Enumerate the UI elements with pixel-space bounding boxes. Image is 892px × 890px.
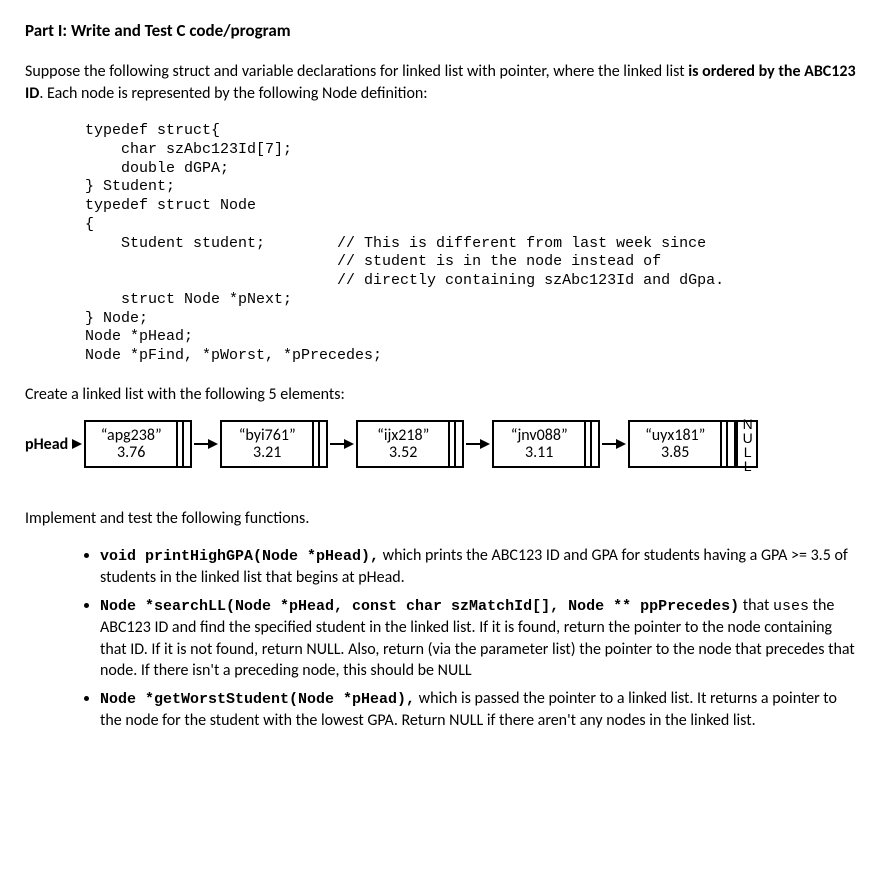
node-gpa: 3.76 [117, 444, 145, 462]
node-id: “byi761” [239, 427, 296, 445]
list-node: “apg238” 3.76 [84, 420, 192, 468]
arrow-icon [330, 439, 354, 449]
list-node: “ijx218” 3.52 [356, 420, 464, 468]
node-pointer [584, 422, 598, 466]
function-signature: void printHighGPA(Node *pHead), [100, 548, 379, 565]
page-title: Part I: Write and Test C code/program [25, 20, 867, 43]
node-id: “jnv088” [511, 427, 568, 445]
node-id: “ijx218” [377, 427, 429, 445]
null-terminator: NULL [736, 420, 758, 468]
list-item: Node *searchLL(Node *pHead, const char s… [100, 595, 867, 682]
code-block: typedef struct{ char szAbc123Id[7]; doub… [85, 122, 867, 366]
function-description-pre: that [739, 596, 773, 615]
node-gpa: 3.85 [661, 444, 689, 462]
list-item: Node *getWorstStudent(Node *pHead), whic… [100, 688, 867, 732]
node-pointer [312, 422, 326, 466]
list-node: “byi761” 3.21 [220, 420, 328, 468]
node-gpa: 3.21 [253, 444, 281, 462]
node-pointer [176, 422, 190, 466]
arrow-icon [466, 439, 490, 449]
list-node: “jnv088” 3.11 [492, 420, 600, 468]
create-list-text: Create a linked list with the following … [25, 384, 867, 406]
intro-text-1: Suppose the following struct and variabl… [25, 62, 688, 81]
arrow-icon [194, 439, 218, 449]
list-node: “uyx181” 3.85 [628, 420, 736, 468]
node-data: “ijx218” 3.52 [358, 422, 448, 466]
node-data: “apg238” 3.76 [86, 422, 176, 466]
function-mono-word: uses [773, 598, 809, 615]
node-data: “uyx181” 3.85 [630, 422, 720, 466]
node-id: “uyx181” [645, 427, 705, 445]
node-pointer [448, 422, 462, 466]
phead-label: pHead [25, 434, 68, 456]
node-id: “apg238” [101, 427, 162, 445]
node-gpa: 3.11 [525, 444, 553, 462]
arrow-icon [602, 439, 626, 449]
linked-list-diagram: pHead “apg238” 3.76 “byi761” 3.21 “ijx21… [25, 420, 867, 468]
node-data: “byi761” 3.21 [222, 422, 312, 466]
list-item: void printHighGPA(Node *pHead), which pr… [100, 545, 867, 589]
node-pointer [720, 422, 734, 466]
arrow-icon [72, 439, 82, 449]
node-data: “jnv088” 3.11 [494, 422, 584, 466]
function-signature: Node *searchLL(Node *pHead, const char s… [100, 598, 739, 615]
implement-text: Implement and test the following functio… [25, 508, 867, 530]
node-gpa: 3.52 [389, 444, 417, 462]
function-signature: Node *getWorstStudent(Node *pHead), [100, 691, 415, 708]
function-list: void printHighGPA(Node *pHead), which pr… [80, 545, 867, 732]
intro-text-2: . Each node is represented by the follow… [39, 84, 427, 103]
intro-paragraph: Suppose the following struct and variabl… [25, 61, 867, 104]
